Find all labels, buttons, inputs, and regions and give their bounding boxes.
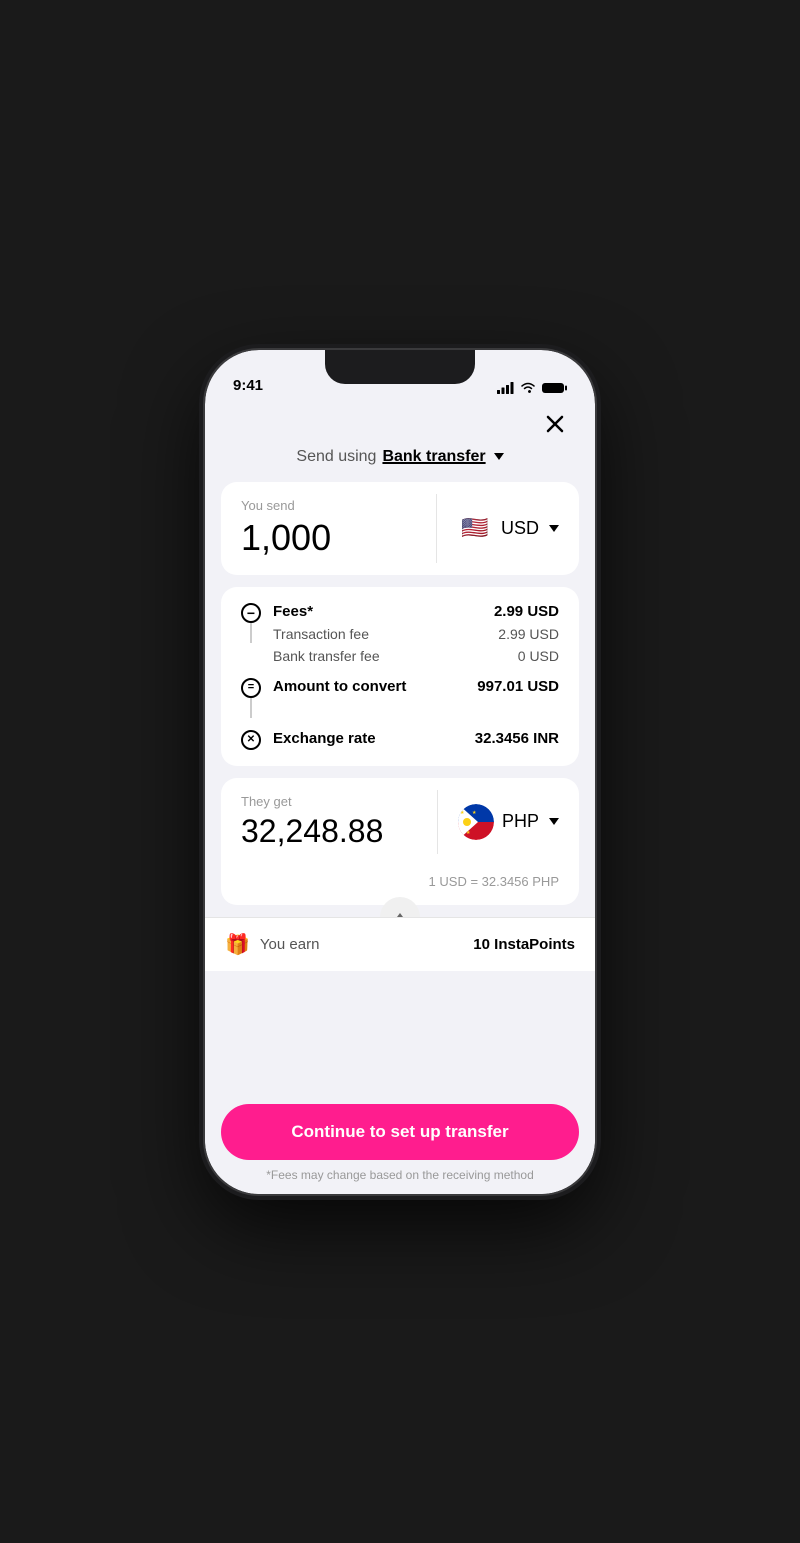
earn-banner: 🎁 You earn 10 InstaPoints [205,917,595,971]
send-method-row[interactable]: Send using Bank transfer [205,440,595,482]
status-icons [497,382,567,394]
bank-fee-label: Bank transfer fee [273,648,380,664]
convert-dot-icon: = [248,682,254,693]
fees-dot: − [241,603,261,623]
rate-dot: ✕ [241,730,261,750]
receive-currency-selector[interactable]: ★ ★ ★ PHP [438,778,579,866]
convert-dot: = [241,678,261,698]
close-button[interactable] [539,408,571,440]
svg-text:★: ★ [472,810,477,816]
signal-icon [497,382,514,394]
receiver-label: They get [241,794,421,809]
continue-button[interactable]: Continue to set up transfer [221,1104,579,1160]
disclaimer: *Fees may change based on the receiving … [221,1168,579,1186]
receiver-card: They get 32,248.88 [221,778,579,905]
send-currency-chevron-icon [549,525,559,532]
exchange-rate-item: ✕ Exchange rate 32.3456 INR [241,730,559,750]
rate-timeline-left: ✕ [241,730,261,750]
fees-total-value: 2.99 USD [494,603,559,620]
send-method-value: Bank transfer [382,448,485,466]
bank-fee-row: Bank transfer fee 0 USD [273,648,559,664]
convert-content: Amount to convert 997.01 USD [273,678,559,695]
rate-label: Exchange rate [273,730,376,747]
fees-timeline-left: − [241,603,261,643]
convert-label: Amount to convert [273,678,406,695]
svg-text:★: ★ [460,810,465,816]
rate-dot-icon: ✕ [247,734,255,745]
receive-currency-chevron-icon [549,818,559,825]
fees-item: − Fees* 2.99 USD Transaction fee [241,603,559,678]
fees-dot-icon: − [247,606,255,620]
fees-card: − Fees* 2.99 USD Transaction fee [221,587,579,766]
status-time: 9:41 [233,377,263,394]
usd-flag: 🇺🇸 [457,510,493,546]
send-currency-code: USD [501,518,539,539]
fees-label: Fees* [273,603,313,620]
send-amount: 1,000 [241,517,420,559]
bottom-spacer [205,971,595,1101]
bottom-area: Continue to set up transfer *Fees may ch… [205,1088,595,1194]
send-currency-selector[interactable]: 🇺🇸 USD [437,482,579,575]
receiver-amount: 32,248.88 [241,813,421,850]
amount-convert-item: = Amount to convert 997.01 USD [241,678,559,718]
receiver-inner: They get 32,248.88 [221,778,579,866]
convert-timeline-left: = [241,678,261,718]
app-content: Send using Bank transfer You send 1,000 … [205,400,595,1194]
fees-timeline: − Fees* 2.99 USD Transaction fee [241,603,559,750]
sub-fees: Transaction fee 2.99 USD Bank transfer f… [273,626,559,678]
convert-value: 997.01 USD [477,678,559,695]
earn-label: You earn [260,936,320,953]
transaction-fee-label: Transaction fee [273,626,369,642]
transaction-fee-value: 2.99 USD [498,626,559,642]
rate-value: 32.3456 INR [475,730,559,747]
php-flag-svg: ★ ★ ★ [458,804,494,840]
send-method-prefix: Send using [296,448,376,466]
battery-icon [542,382,567,394]
convert-line [250,698,252,718]
send-method-chevron-icon [494,453,504,460]
rate-content: Exchange rate 32.3456 INR [273,730,559,747]
php-flag: ★ ★ ★ [458,804,494,840]
fees-line [250,623,252,643]
receive-currency-code: PHP [502,811,539,832]
send-card: You send 1,000 🇺🇸 USD [221,482,579,575]
earn-left: 🎁 You earn [225,932,319,957]
svg-text:★: ★ [466,830,471,836]
gift-icon: 🎁 [225,932,250,957]
send-label: You send [241,498,420,513]
bank-fee-value: 0 USD [518,648,559,664]
transaction-fee-row: Transaction fee 2.99 USD [273,626,559,642]
earn-banner-wrapper: 🎁 You earn 10 InstaPoints [205,917,595,971]
wifi-icon [520,382,536,394]
close-icon [546,415,564,433]
receiver-amount-section[interactable]: They get 32,248.88 [221,778,437,866]
send-amount-section[interactable]: You send 1,000 [221,482,436,575]
earn-points: 10 InstaPoints [473,936,575,953]
